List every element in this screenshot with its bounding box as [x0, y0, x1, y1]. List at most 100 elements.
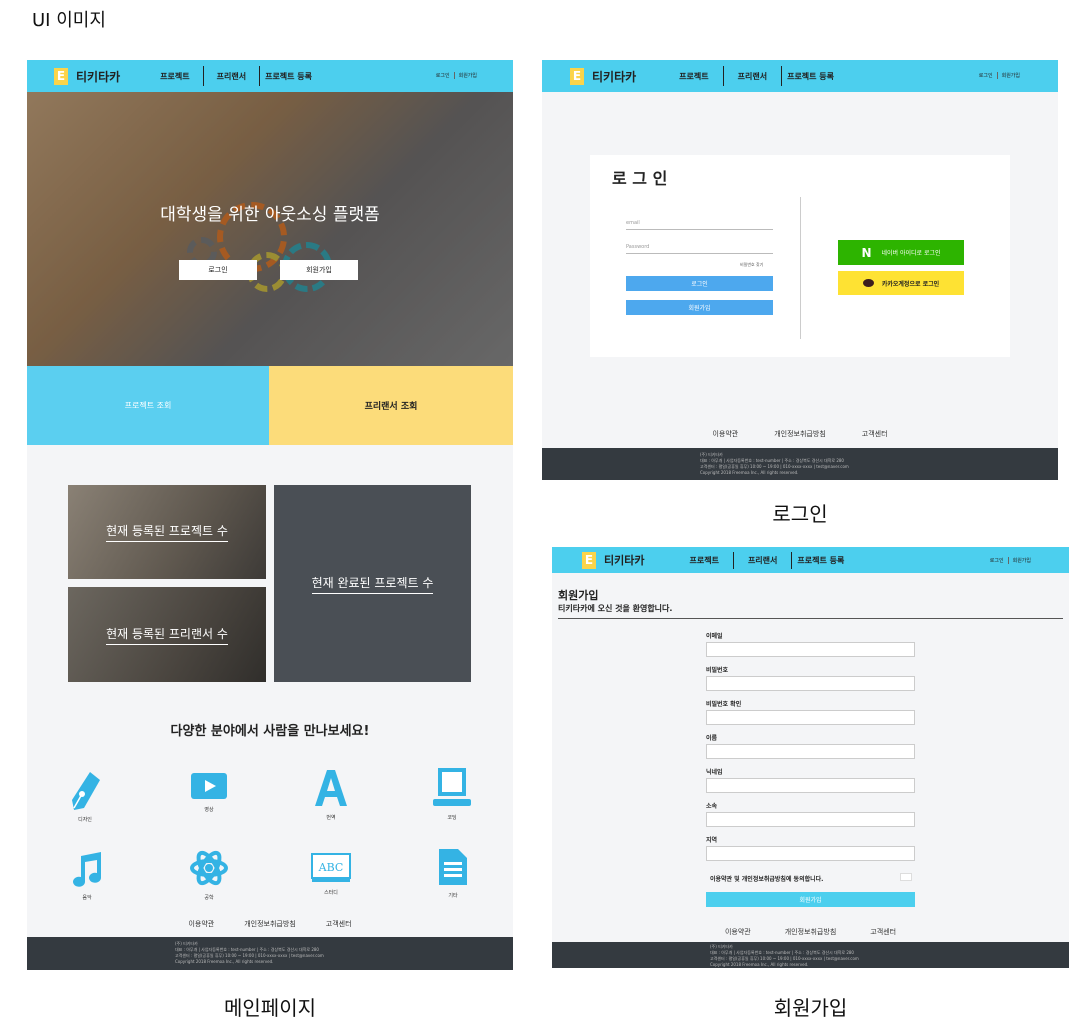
nav-divider	[722, 66, 724, 86]
brand-name: 티키타카	[76, 69, 121, 84]
login-title: 로 그 인	[612, 169, 668, 188]
hero-login-button[interactable]: 로그인	[179, 260, 257, 280]
signup-page-mockup: E 티키타카 프로젝트 프리랜서 프로젝트 등록 로그인 회원가입 회원가입 티…	[552, 547, 1069, 968]
hero-signup-button[interactable]: 회원가입	[280, 260, 358, 280]
signup-subtitle: 티키타카에 오신 것을 환영합니다.	[558, 604, 673, 613]
auth-divider	[453, 72, 455, 79]
nav-login[interactable]: 로그인	[436, 72, 450, 79]
footer-support-link[interactable]: 고객센터	[326, 919, 352, 929]
field-label-password-confirm: 비밀번호 확인	[706, 701, 742, 708]
nav-projects[interactable]: 프로젝트	[160, 71, 189, 82]
login-password-field[interactable]: Password	[626, 244, 773, 254]
auth-divider	[1007, 557, 1009, 564]
email-input[interactable]	[706, 642, 915, 657]
kakao-login-button[interactable]: 카카오계정으로 로그인	[838, 271, 964, 295]
main-nav-links: 프로젝트 프리랜서 프로젝트 등록	[160, 66, 312, 86]
agree-terms-checkbox[interactable]	[900, 873, 912, 881]
nav-signup[interactable]: 회원가입	[1002, 72, 1020, 79]
signup-nav-links: 프로젝트 프리랜서 프로젝트 등록	[689, 551, 844, 569]
forgot-password-link[interactable]: 비밀번호 찾기	[740, 262, 763, 268]
nav-login[interactable]: 로그인	[979, 72, 993, 79]
auth-divider	[996, 72, 998, 79]
password-confirm-input[interactable]	[706, 710, 915, 725]
footer-privacy-link[interactable]: 개인정보취급방침	[774, 429, 826, 439]
nickname-input[interactable]	[706, 778, 915, 793]
category-label: 영상	[204, 807, 214, 813]
nav-freelancers[interactable]: 프리랜서	[217, 71, 246, 82]
category-other[interactable]: 기타	[433, 848, 473, 899]
field-label-password: 비밀번호	[706, 667, 729, 674]
stat-registered-freelancers: 현재 등록된 프리랜서 수	[68, 587, 266, 682]
footer-privacy-link[interactable]: 개인정보취급방침	[244, 919, 296, 929]
footer-terms-link[interactable]: 이용약관	[725, 927, 751, 937]
brand-logo[interactable]: E 티키타카	[582, 551, 645, 569]
stat-registered-freelancers-label: 현재 등록된 프리랜서 수	[106, 625, 228, 645]
category-engineering[interactable]: 공학	[188, 848, 230, 901]
naver-icon: N	[861, 245, 872, 260]
footer-privacy-link[interactable]: 개인정보취급방침	[785, 927, 837, 937]
browse-freelancers-button[interactable]: 프리랜서 조회	[269, 366, 513, 445]
nav-register-project[interactable]: 프로젝트 등록	[265, 71, 312, 82]
nav-divider	[781, 66, 783, 86]
stat-registered-projects-label: 현재 등록된 프로젝트 수	[106, 522, 228, 542]
login-footer: (주) 티키타카 대표 : 아무개 | 사업자등록번호 : test-numbe…	[542, 448, 1058, 480]
logo-mark-icon: E	[570, 67, 584, 85]
hero-overlay	[27, 92, 513, 366]
footer-support-link[interactable]: 고객센터	[870, 927, 896, 937]
category-video[interactable]: 영상	[189, 772, 229, 813]
nav-projects[interactable]: 프로젝트	[689, 555, 718, 566]
agree-terms-label: 이용약관 및 개인정보취급방침에 동의합니다.	[710, 876, 824, 883]
login-email-field[interactable]: email	[626, 220, 773, 230]
nav-freelancers[interactable]: 프리랜서	[748, 555, 777, 566]
category-coding[interactable]: 코딩	[430, 766, 474, 821]
browse-projects-button[interactable]: 프로젝트 조회	[27, 366, 269, 445]
nav-signup[interactable]: 회원가입	[459, 72, 477, 79]
category-label: 공학	[204, 895, 214, 901]
brand-logo[interactable]: E 티키타카	[570, 67, 636, 85]
footer-line: Copyright 2018 Freemoa Inc., All rights …	[700, 470, 799, 475]
auth-links: 로그인 회원가입	[979, 72, 1020, 79]
category-label: 스터디	[324, 890, 338, 896]
password-input[interactable]	[706, 676, 915, 691]
field-label-nickname: 닉네임	[706, 769, 723, 776]
nav-register-project[interactable]: 프로젝트 등록	[797, 555, 844, 566]
signup-header-divider	[558, 618, 1063, 619]
auth-links: 로그인 회원가입	[990, 557, 1031, 564]
naver-login-button[interactable]: N 네이버 아이디로 로그인	[838, 240, 964, 265]
nav-signup[interactable]: 회원가입	[1013, 557, 1031, 564]
footer-line: Copyright 2018 Freemoa Inc., All rights …	[710, 962, 809, 967]
brand-logo[interactable]: E 티키타카	[54, 67, 121, 85]
hero-headline: 대학생을 위한 아웃소싱 플랫폼	[160, 205, 380, 225]
signup-submit-button[interactable]: 회원가입	[706, 892, 915, 907]
login-signup-button[interactable]: 회원가입	[626, 300, 773, 315]
category-translation[interactable]: 번역	[311, 768, 351, 821]
nav-freelancers[interactable]: 프리랜서	[738, 71, 767, 82]
affiliation-input[interactable]	[706, 812, 915, 827]
nav-divider	[791, 551, 793, 569]
login-submit-button[interactable]: 로그인	[626, 276, 773, 291]
main-page-mockup: E 티키타카 프로젝트 프리랜서 프로젝트 등록 로그인 회원가입 대학생을 위…	[27, 60, 513, 970]
category-label: 번역	[326, 815, 336, 821]
region-input[interactable]	[706, 846, 915, 861]
name-input[interactable]	[706, 744, 915, 759]
nav-projects[interactable]: 프로젝트	[679, 71, 708, 82]
footer-terms-link[interactable]: 이용약관	[188, 919, 214, 929]
login-card: 로 그 인 email Password 비밀번호 찾기 로그인 회원가입 N …	[590, 155, 1010, 357]
nav-login[interactable]: 로그인	[990, 557, 1004, 564]
laptop-icon	[433, 768, 471, 806]
login-caption: 로그인	[772, 502, 828, 526]
kakao-login-label: 카카오계정으로 로그인	[881, 280, 940, 288]
category-study[interactable]: ABC 스터디	[309, 853, 353, 896]
brand-name: 티키타카	[604, 554, 645, 567]
category-design[interactable]: 디자인	[65, 770, 105, 823]
svg-text:ABC: ABC	[318, 861, 344, 874]
footer-support-link[interactable]: 고객센터	[862, 429, 888, 439]
nav-register-project[interactable]: 프로젝트 등록	[787, 71, 834, 82]
logo-mark-icon: E	[54, 67, 68, 85]
signup-navbar: E 티키타카 프로젝트 프리랜서 프로젝트 등록 로그인 회원가입	[552, 547, 1069, 573]
document-icon	[439, 849, 467, 885]
footer-terms-link[interactable]: 이용약관	[712, 429, 738, 439]
auth-links: 로그인 회원가입	[436, 72, 477, 79]
stat-registered-projects: 현재 등록된 프로젝트 수	[68, 485, 266, 579]
category-music[interactable]: 음악	[67, 852, 107, 901]
